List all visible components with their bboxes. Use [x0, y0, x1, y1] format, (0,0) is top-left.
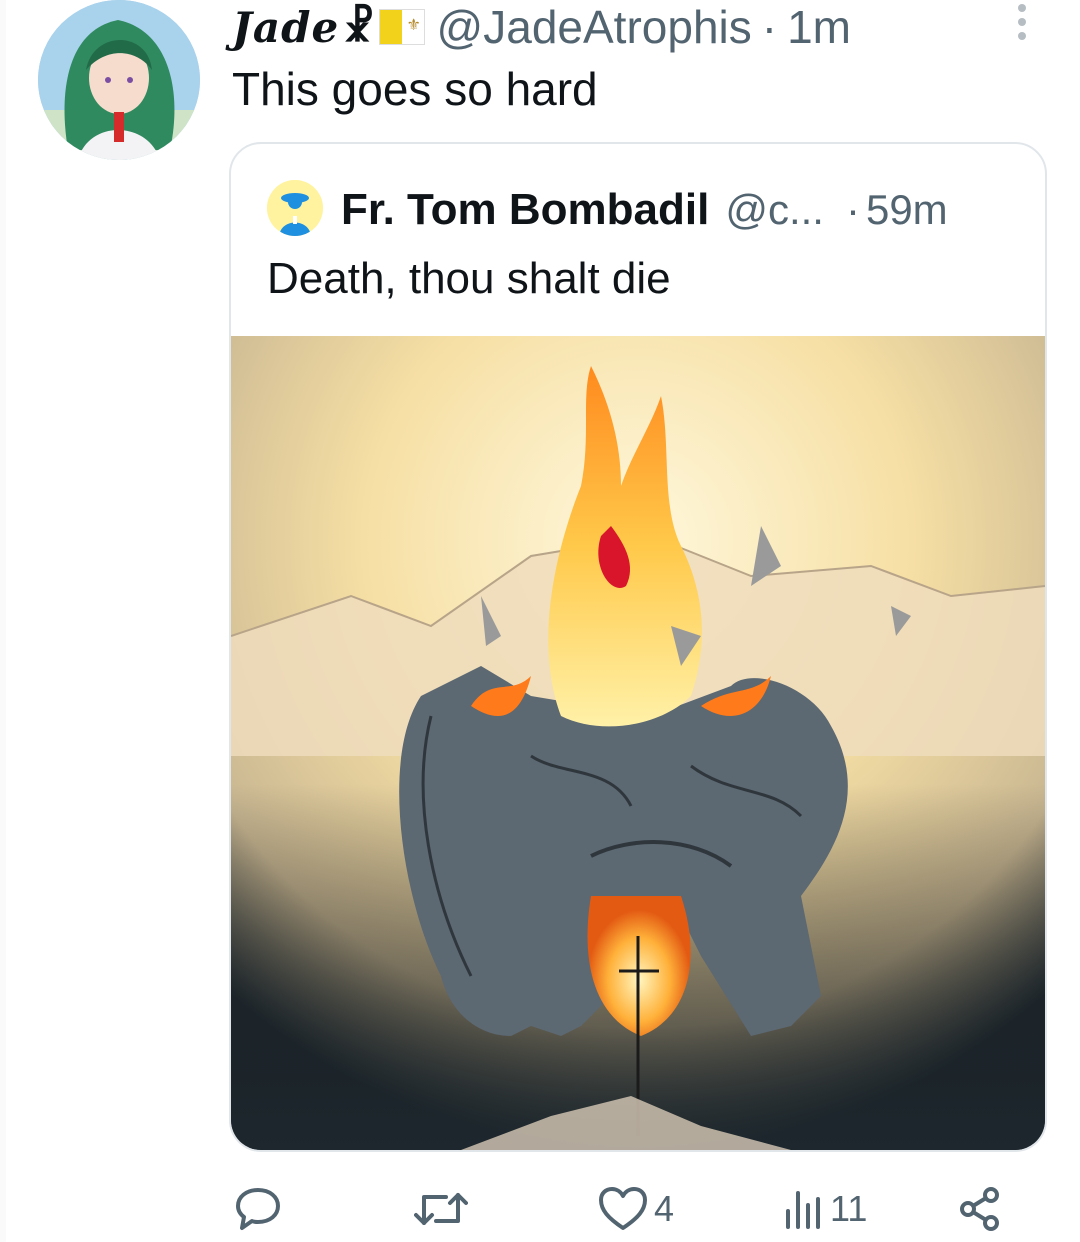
author-display-name[interactable]: Jade	[232, 3, 339, 52]
quoted-author-avatar[interactable]	[267, 180, 323, 236]
share-icon	[960, 1187, 999, 1231]
chi-rho-symbol: ☧	[343, 3, 375, 51]
retweet-button[interactable]	[414, 1184, 474, 1234]
quoted-author-name[interactable]: Fr. Tom Bombadil	[341, 185, 709, 235]
tweet-header: Jade ☧ ⚜ @JadeAtrophis · 1m	[232, 0, 851, 54]
heart-icon	[599, 1187, 647, 1230]
retweet-icon	[414, 1193, 468, 1225]
tweet-action-bar: 4 11	[0, 1184, 1080, 1234]
vatican-flag-icon: ⚜	[378, 9, 425, 45]
quoted-timestamp[interactable]: 59m	[866, 186, 948, 234]
views-button[interactable]: 11	[784, 1184, 867, 1234]
more-options-icon[interactable]	[1012, 4, 1032, 44]
tweet-timestamp[interactable]: 1m	[787, 0, 851, 54]
separator-dot: ·	[845, 186, 860, 233]
quoted-tweet-card[interactable]: Fr. Tom Bombadil @c... · 59m Death, thou…	[229, 142, 1047, 1152]
views-count: 11	[830, 1188, 868, 1229]
author-handle[interactable]: @JadeAtrophis	[437, 0, 752, 54]
quoted-tweet-text: Death, thou shalt die	[267, 254, 671, 303]
separator-dot: ·	[761, 1, 778, 53]
analytics-icon	[786, 1191, 820, 1229]
like-count: 4	[654, 1188, 675, 1229]
thread-gutter	[0, 0, 6, 1242]
like-button[interactable]: 4	[598, 1184, 674, 1234]
share-button[interactable]	[958, 1184, 1004, 1234]
reply-icon	[236, 1188, 280, 1230]
author-avatar[interactable]	[38, 0, 200, 160]
reply-button[interactable]	[234, 1184, 288, 1234]
quoted-tweet-image[interactable]	[231, 336, 1045, 1150]
quoted-author-handle[interactable]: @c...	[725, 186, 824, 234]
tweet-text: This goes so hard	[232, 63, 598, 115]
quoted-tweet-header: Fr. Tom Bombadil @c... · 59m	[341, 180, 948, 240]
